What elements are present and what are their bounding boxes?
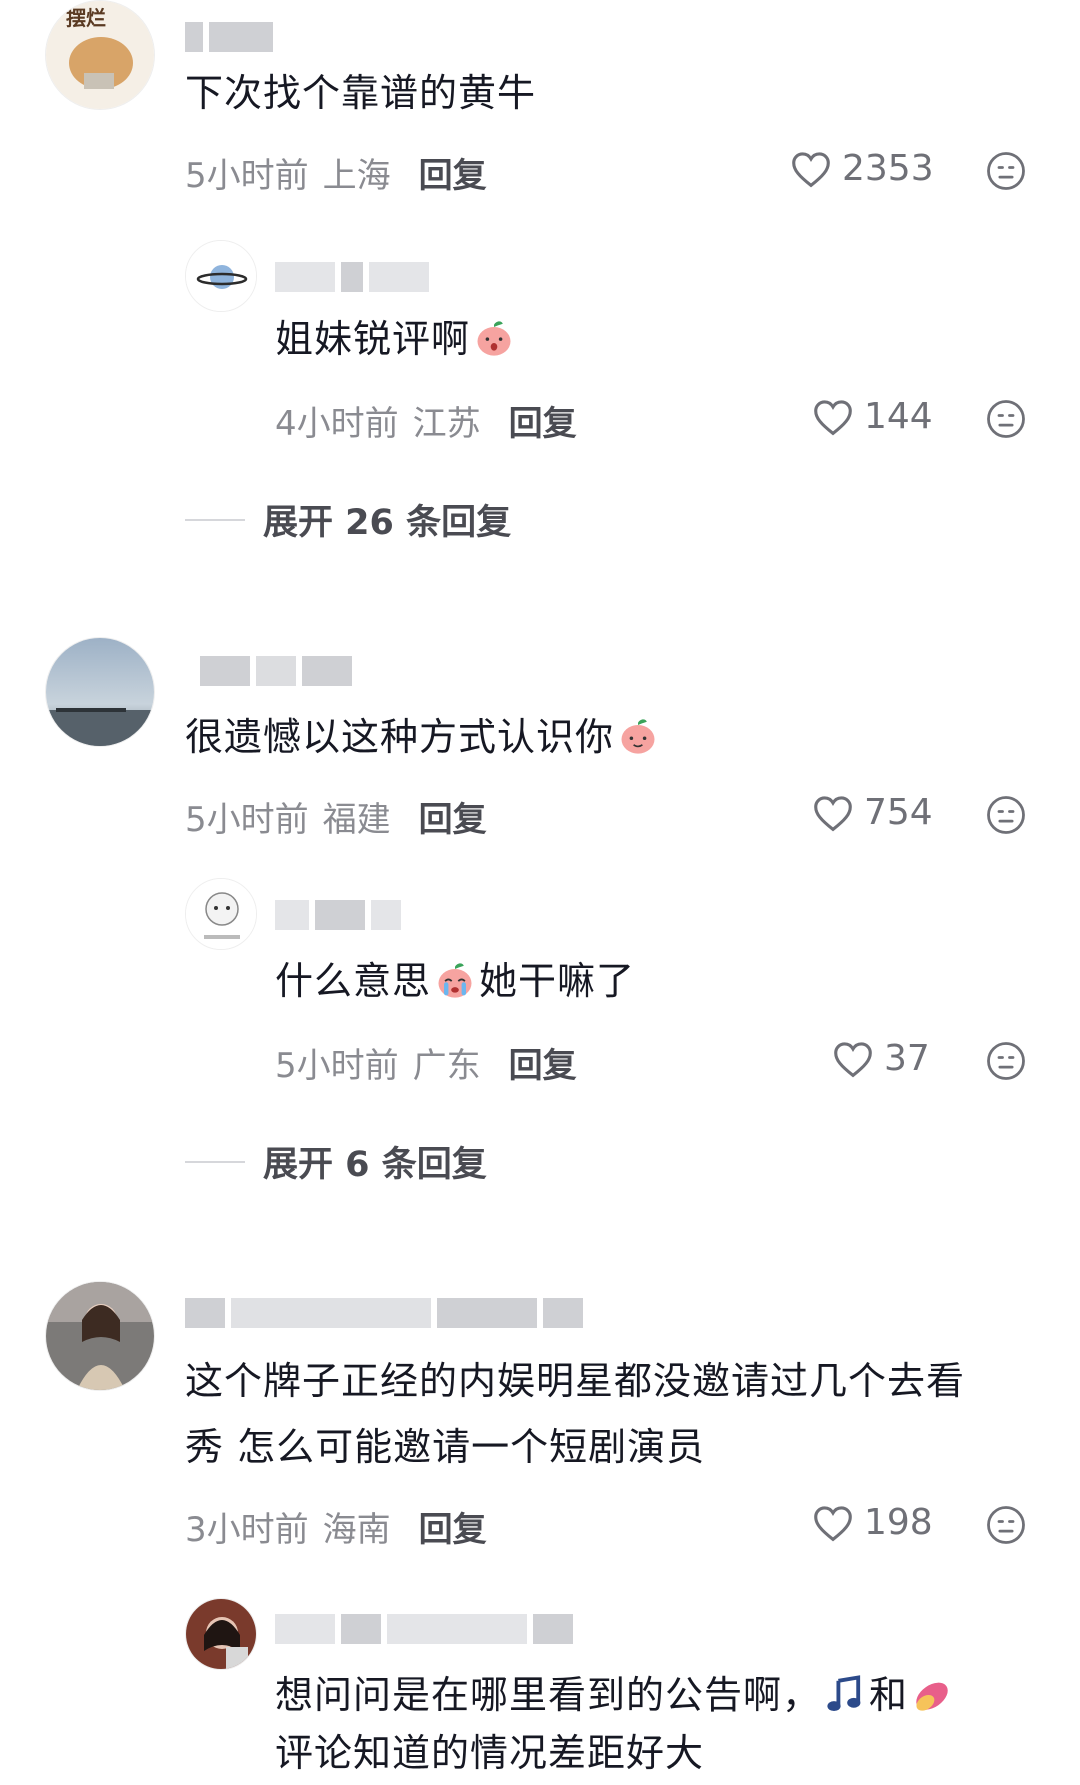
divider bbox=[185, 518, 245, 521]
dislike-icon[interactable] bbox=[985, 150, 1027, 192]
like-button[interactable]: 37 bbox=[832, 1038, 930, 1079]
comment-text-line-1: 这个牌子正经的内娱明星都没邀请过几个去看 bbox=[185, 1359, 966, 1403]
dislike-icon[interactable] bbox=[985, 1504, 1027, 1546]
heart-icon bbox=[814, 399, 852, 435]
heart-icon bbox=[792, 151, 830, 187]
username-blurred[interactable] bbox=[185, 18, 279, 52]
comment-text: 很遗憾以这种方式认识你 bbox=[185, 704, 662, 770]
avatar[interactable] bbox=[45, 1281, 155, 1391]
comment-text-content: 很遗憾以这种方式认识你 bbox=[185, 715, 615, 759]
username-blurred[interactable] bbox=[275, 1610, 579, 1644]
heart-icon bbox=[814, 1505, 852, 1541]
reply-button[interactable]: 回复 bbox=[509, 396, 577, 445]
username-blurred[interactable] bbox=[185, 1294, 589, 1328]
reply-button[interactable]: 回复 bbox=[509, 1038, 577, 1087]
like-count: 37 bbox=[884, 1038, 930, 1079]
sweet-potato-icon bbox=[916, 1682, 948, 1711]
expand-label: 展开 26 条回复 bbox=[263, 503, 512, 543]
comment-time: 5小时前 bbox=[275, 1046, 399, 1086]
comment-text: 什么意思 她干嘛了 bbox=[275, 948, 635, 1014]
music-note-icon bbox=[827, 1675, 861, 1712]
username-blurred[interactable] bbox=[200, 652, 358, 686]
comment-meta: 5小时前 上海 回复 bbox=[185, 148, 487, 197]
like-button[interactable]: 2353 bbox=[790, 148, 934, 189]
avatar[interactable]: 摆烂 bbox=[45, 0, 155, 110]
comment-time: 5小时前 bbox=[185, 156, 309, 196]
like-count: 754 bbox=[864, 792, 933, 833]
comment-meta: 5小时前 福建 回复 bbox=[185, 792, 487, 841]
comment-text: 这个牌子正经的内娱明星都没邀请过几个去看 秀 怎么可能邀请一个短剧演员 bbox=[185, 1348, 1065, 1480]
comment-time: 5小时前 bbox=[185, 800, 309, 840]
comment-meta: 5小时前 广东 回复 bbox=[275, 1038, 577, 1087]
expand-replies-button[interactable]: 展开 6 条回复 bbox=[185, 1136, 487, 1187]
comment-region: 福建 bbox=[322, 800, 391, 840]
comment-region: 江苏 bbox=[412, 404, 481, 444]
avatar[interactable] bbox=[45, 637, 155, 747]
comment-text-part2: 她干嘛了 bbox=[479, 959, 636, 1003]
username-blurred[interactable] bbox=[275, 258, 435, 292]
like-button[interactable]: 754 bbox=[812, 792, 933, 833]
dislike-icon[interactable] bbox=[985, 1040, 1027, 1082]
dislike-icon[interactable] bbox=[985, 794, 1027, 836]
expand-replies-button[interactable]: 展开 26 条回复 bbox=[185, 494, 511, 545]
comment-time: 4小时前 bbox=[275, 404, 399, 444]
avatar[interactable] bbox=[185, 878, 257, 950]
heart-icon bbox=[834, 1041, 872, 1077]
expand-label: 展开 6 条回复 bbox=[263, 1145, 487, 1185]
comment-text-part1: 想问问是在哪里看到的公告啊， bbox=[275, 1673, 822, 1717]
comment-text-line-2: 秀 怎么可能邀请一个短剧演员 bbox=[185, 1425, 706, 1469]
comment-text: 下次找个靠谱的黄牛 bbox=[185, 71, 537, 115]
like-count: 198 bbox=[864, 1502, 933, 1543]
peach-face-emoji-icon bbox=[477, 321, 511, 356]
reply-button[interactable]: 回复 bbox=[419, 1502, 487, 1551]
like-button[interactable]: 144 bbox=[812, 396, 933, 437]
avatar[interactable] bbox=[185, 240, 257, 312]
comment-region: 海南 bbox=[322, 1510, 391, 1550]
dislike-icon[interactable] bbox=[985, 398, 1027, 440]
comment-time: 3小时前 bbox=[185, 1510, 309, 1550]
svg-text:摆烂: 摆烂 bbox=[66, 6, 106, 30]
comment-text-part2: 和 bbox=[869, 1673, 909, 1717]
reply-button[interactable]: 回复 bbox=[419, 792, 487, 841]
comment-meta: 4小时前 江苏 回复 bbox=[275, 396, 577, 445]
comment-region: 广东 bbox=[412, 1046, 481, 1086]
comment-text-content: 姐妹锐评啊 bbox=[275, 317, 471, 361]
avatar[interactable] bbox=[185, 1598, 257, 1670]
comment-text: 想问问是在哪里看到的公告啊， 和 bbox=[275, 1662, 1065, 1728]
username-blurred[interactable] bbox=[275, 896, 407, 930]
comment-text: 姐妹锐评啊 bbox=[275, 306, 518, 372]
divider bbox=[185, 1160, 245, 1163]
comment-meta: 3小时前 海南 回复 bbox=[185, 1502, 487, 1551]
like-count: 2353 bbox=[842, 148, 934, 189]
comment-text-line-2: 评论知道的情况差距好大 bbox=[275, 1731, 705, 1775]
like-count: 144 bbox=[864, 396, 933, 437]
comment-text-part1: 什么意思 bbox=[275, 959, 432, 1003]
reply-button[interactable]: 回复 bbox=[419, 148, 487, 197]
like-button[interactable]: 198 bbox=[812, 1502, 933, 1543]
crying-peach-emoji-icon bbox=[438, 963, 472, 998]
heart-icon bbox=[814, 795, 852, 831]
peach-face-emoji-icon bbox=[621, 719, 655, 754]
comment-region: 上海 bbox=[322, 156, 391, 196]
comment-text-line-1: 想问问是在哪里看到的公告啊， 和 bbox=[275, 1662, 1065, 1728]
